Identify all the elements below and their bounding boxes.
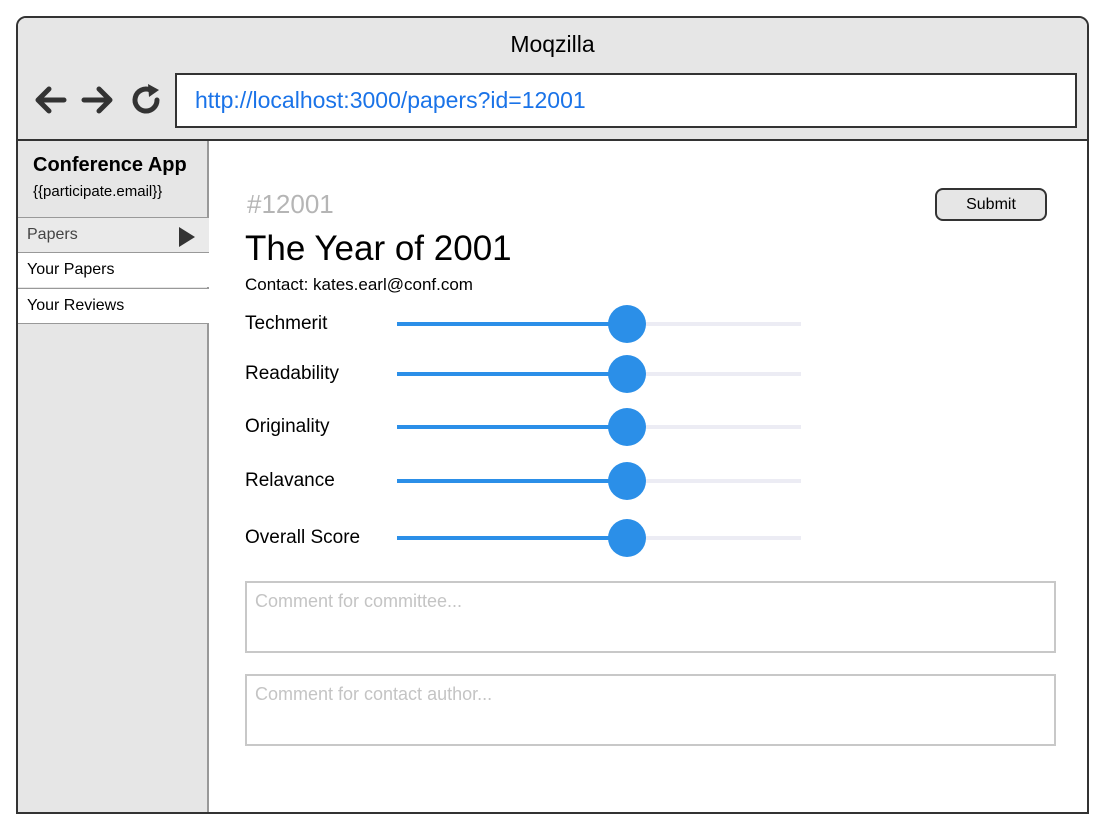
forward-arrow-icon[interactable] <box>80 82 116 118</box>
play-arrow-icon <box>179 227 195 247</box>
slider-label: Overall Score <box>245 527 361 548</box>
reload-icon[interactable] <box>128 82 164 118</box>
back-arrow-icon[interactable] <box>32 82 68 118</box>
sidebar-item-your-reviews[interactable]: Your Reviews <box>18 288 209 323</box>
browser-chrome: Moqzilla http://localhost:3000/papers?id… <box>18 18 1087 141</box>
paper-id: #12001 <box>247 189 334 219</box>
slider-fill <box>397 536 628 540</box>
author-comment-field[interactable] <box>245 674 1056 746</box>
relavance-slider[interactable] <box>397 462 801 500</box>
slider-thumb[interactable] <box>608 305 647 343</box>
url-bar[interactable]: http://localhost:3000/papers?id=12001 <box>175 73 1077 128</box>
techmerit-slider[interactable] <box>397 305 801 343</box>
sidebar-item-your-papers[interactable]: Your Papers <box>18 252 209 287</box>
sidebar: Conference App {{participate.email}} Pap… <box>18 141 209 812</box>
slider-label: Readability <box>245 363 339 384</box>
user-email: {{participate.email}} <box>33 183 163 200</box>
score-row-techmerit: Techmerit <box>245 304 805 344</box>
originality-slider[interactable] <box>397 408 801 446</box>
paper-title: The Year of 2001 <box>245 229 512 268</box>
readability-slider[interactable] <box>397 355 801 393</box>
submit-button[interactable]: Submit <box>935 188 1047 221</box>
overall-score-slider[interactable] <box>397 519 801 557</box>
sidebar-item-label: Your Papers <box>27 261 115 278</box>
slider-fill <box>397 372 628 376</box>
url-text: http://localhost:3000/papers?id=12001 <box>195 87 586 113</box>
slider-label: Relavance <box>245 470 335 491</box>
browser-window: Moqzilla http://localhost:3000/papers?id… <box>16 16 1089 814</box>
score-row-relavance: Relavance <box>245 461 805 501</box>
paper-contact: Contact: kates.earl@conf.com <box>245 275 473 294</box>
score-row-readability: Readability <box>245 354 805 394</box>
main-content: #12001 The Year of 2001 Contact: kates.e… <box>209 141 1087 812</box>
sidebar-section-papers[interactable]: Papers <box>18 217 209 252</box>
slider-thumb[interactable] <box>608 519 647 557</box>
window-title: Moqzilla <box>510 31 595 57</box>
sidebar-item-label: Your Reviews <box>27 297 125 314</box>
slider-label: Techmerit <box>245 313 328 334</box>
slider-fill <box>397 425 628 429</box>
slider-thumb[interactable] <box>608 355 647 393</box>
app-name: Conference App <box>33 154 187 176</box>
committee-comment-field[interactable] <box>245 581 1056 653</box>
slider-fill <box>397 479 628 483</box>
score-row-originality: Originality <box>245 407 805 447</box>
sidebar-section-label: Papers <box>27 226 78 243</box>
score-row-overall: Overall Score <box>245 518 805 558</box>
slider-fill <box>397 322 628 326</box>
slider-thumb[interactable] <box>608 462 647 500</box>
sidebar-divider <box>18 323 209 324</box>
slider-label: Originality <box>245 416 330 437</box>
slider-thumb[interactable] <box>608 408 647 446</box>
